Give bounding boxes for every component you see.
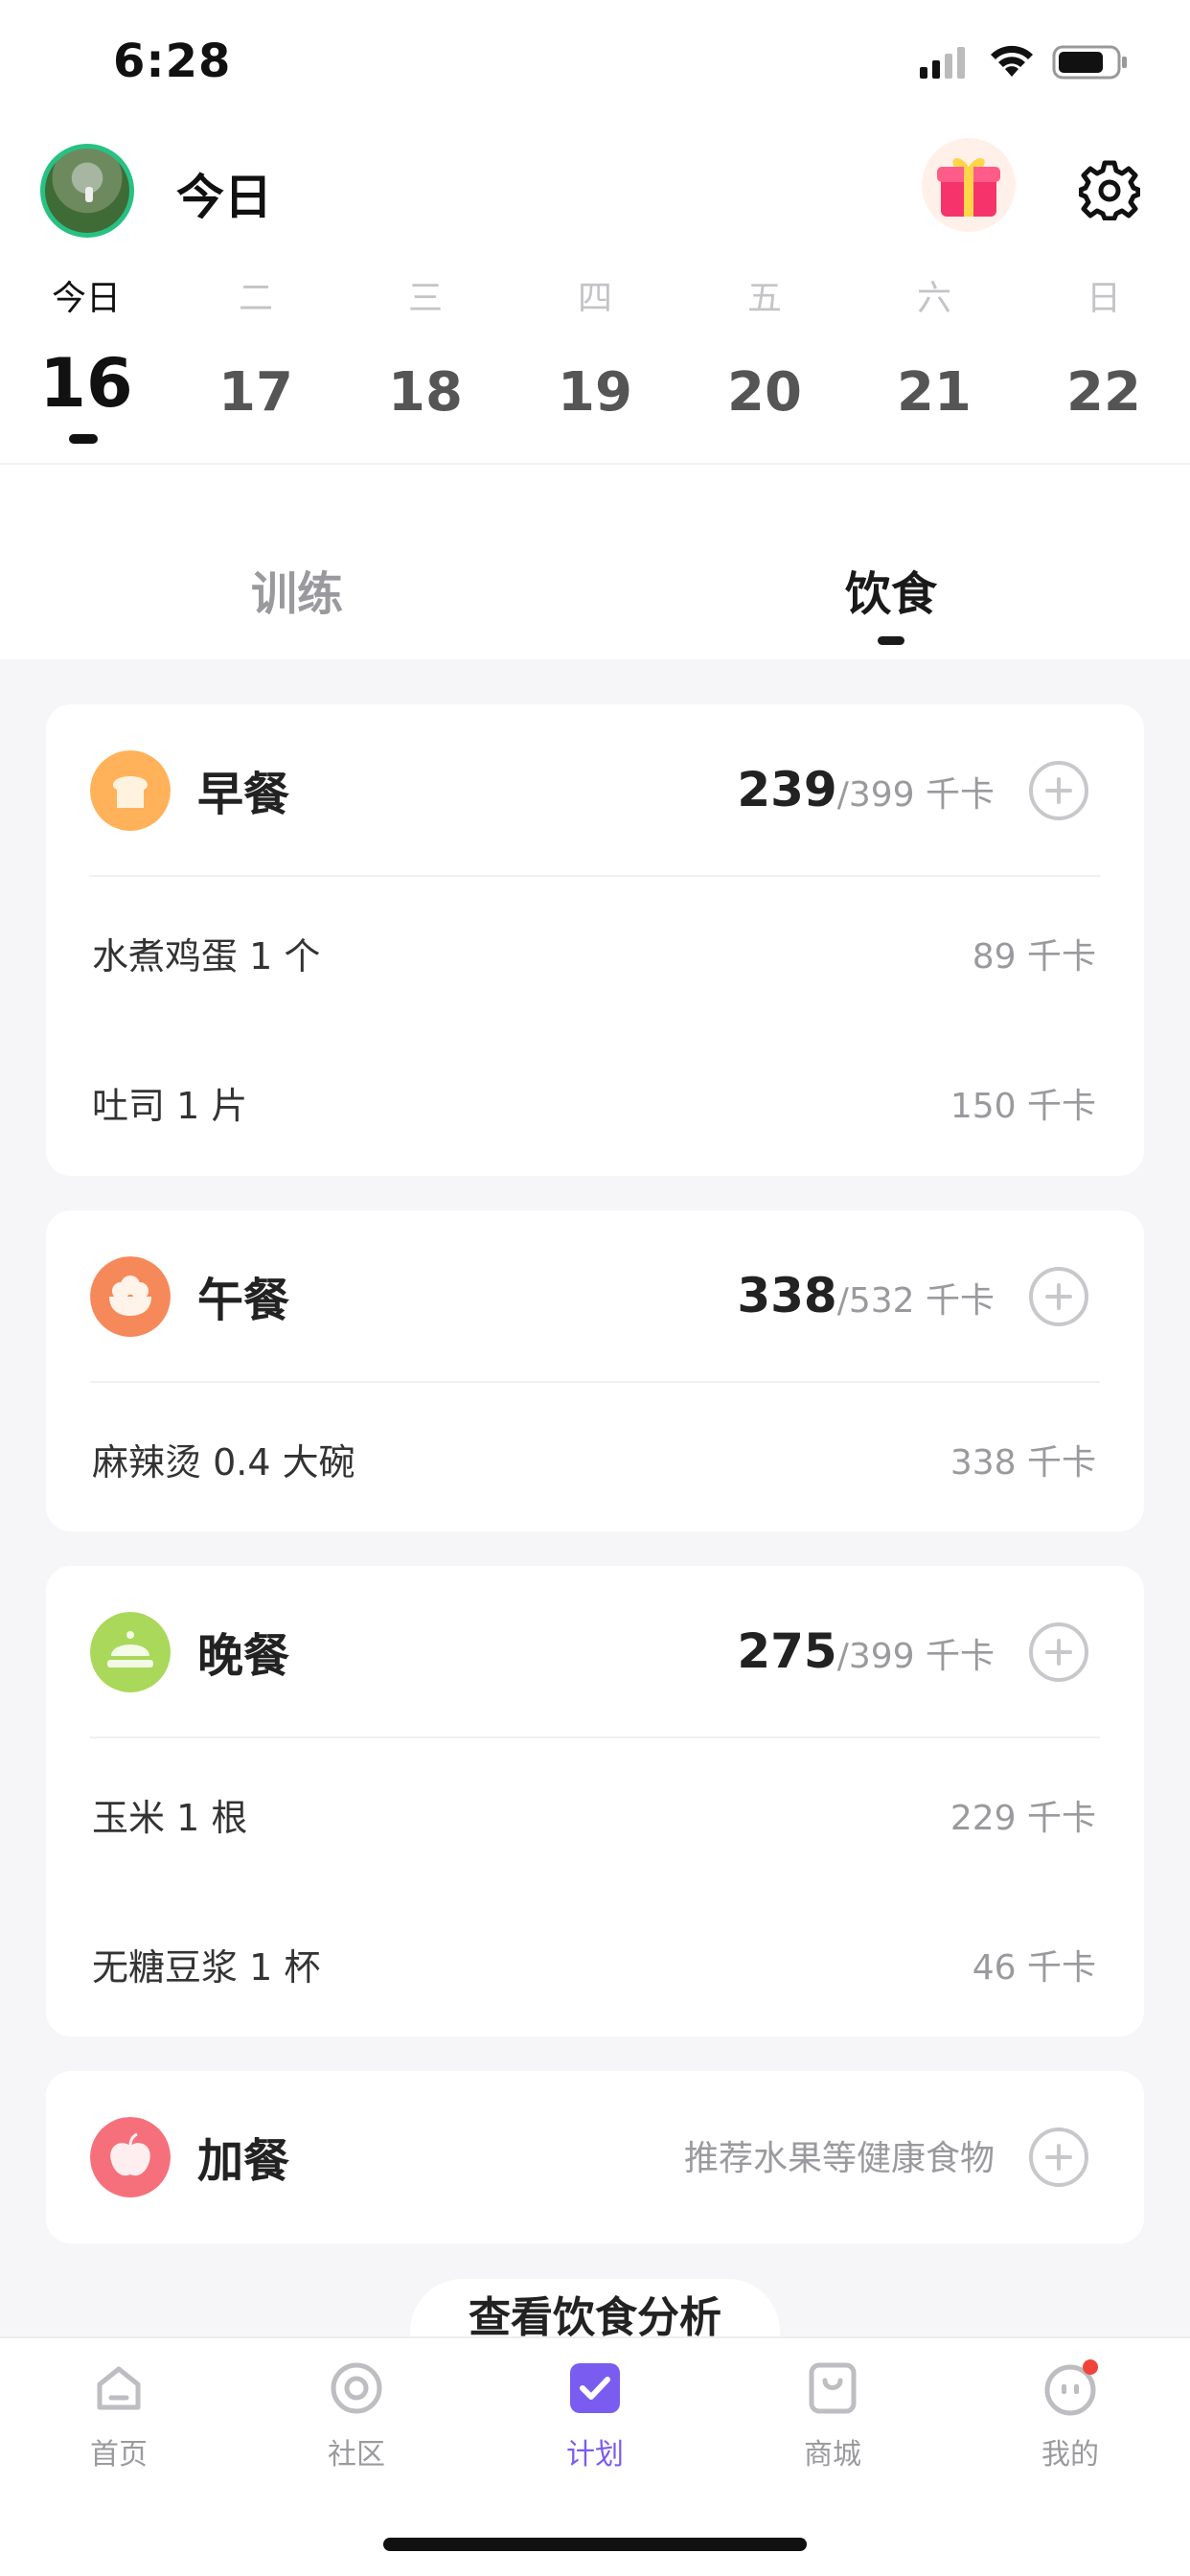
selected-day-indicator xyxy=(69,434,98,444)
nav-me[interactable]: 我的 xyxy=(994,2359,1147,2472)
meal-card-snack: 加餐 推荐水果等健康食物 xyxy=(46,2071,1144,2243)
weekday-label: 二 xyxy=(238,279,273,318)
battery-icon xyxy=(1052,45,1127,80)
profile-face-icon xyxy=(1044,2359,1098,2416)
tab-train[interactable]: 训练 xyxy=(251,556,343,623)
nav-label: 首页 xyxy=(90,2438,148,2472)
day-22[interactable]: 日 22 xyxy=(1037,274,1171,424)
weekday-label: 今日 xyxy=(51,279,121,318)
date-label: 20 xyxy=(727,361,802,424)
food-item-name[interactable]: 无糖豆浆 1 杯 xyxy=(92,1938,320,1990)
page-title: 今日 xyxy=(176,170,272,225)
divider xyxy=(90,875,1100,877)
day-20[interactable]: 五 20 xyxy=(698,274,832,424)
weekday-label: 三 xyxy=(407,279,443,318)
divider xyxy=(90,1381,1100,1383)
nav-label: 商城 xyxy=(804,2438,861,2472)
calories-target: /532 千卡 xyxy=(836,1281,995,1321)
status-bar: 6:28 xyxy=(0,0,1190,129)
settings-gear-icon[interactable] xyxy=(1079,159,1140,220)
meal-calories: 338/532 千卡 xyxy=(737,1268,995,1323)
meal-name: 晚餐 xyxy=(197,1629,290,1683)
tab-indicator xyxy=(878,636,904,645)
dinner-cloche-icon xyxy=(90,1612,171,1692)
food-item-name[interactable]: 吐司 1 片 xyxy=(92,1076,247,1129)
toast-icon xyxy=(90,750,171,831)
date-label: 17 xyxy=(218,361,293,424)
add-dinner-button[interactable] xyxy=(1029,1622,1088,1682)
date-label: 22 xyxy=(1066,361,1141,424)
meal-card-dinner: 晚餐 275/399 千卡 玉米 1 根 229 千卡 无糖豆浆 1 杯 46 … xyxy=(46,1566,1144,2036)
home-indicator xyxy=(383,2538,807,2551)
status-time: 6:28 xyxy=(113,34,232,88)
food-item-calories: 46 千卡 xyxy=(972,1948,1096,1988)
week-strip: 今日 16 二 17 三 18 四 19 五 20 六 21 日 22 xyxy=(0,274,1190,456)
food-item-calories: 89 千卡 xyxy=(972,937,1096,977)
add-lunch-button[interactable] xyxy=(1029,1267,1088,1326)
date-label: 16 xyxy=(39,344,133,423)
weekday-label: 日 xyxy=(1086,279,1121,318)
meal-name: 加餐 xyxy=(197,2134,290,2188)
day-19[interactable]: 四 19 xyxy=(528,274,662,424)
apple-icon xyxy=(90,2117,171,2197)
weekday-label: 六 xyxy=(916,279,951,318)
wifi-icon xyxy=(991,45,1033,77)
nav-plan[interactable]: 计划 xyxy=(518,2359,672,2472)
cellular-signal-icon xyxy=(920,47,965,79)
gift-button[interactable] xyxy=(922,138,1016,232)
community-target-icon xyxy=(331,2362,382,2414)
nav-label: 社区 xyxy=(328,2438,385,2472)
divider xyxy=(90,1736,1100,1738)
add-breakfast-button[interactable] xyxy=(1029,761,1088,820)
nav-shop[interactable]: 商城 xyxy=(756,2359,909,2472)
gift-icon xyxy=(937,157,1000,217)
weekday-label: 四 xyxy=(577,279,612,318)
day-17[interactable]: 二 17 xyxy=(189,274,323,424)
date-label: 21 xyxy=(897,361,972,424)
meal-card-breakfast: 早餐 239/399 千卡 水煮鸡蛋 1 个 89 千卡 吐司 1 片 150 … xyxy=(46,704,1144,1176)
day-18[interactable]: 三 18 xyxy=(358,274,492,424)
divider xyxy=(0,463,1190,465)
day-21[interactable]: 六 21 xyxy=(867,274,1001,424)
food-item-name[interactable]: 水煮鸡蛋 1 个 xyxy=(92,927,320,979)
add-snack-button[interactable] xyxy=(1029,2128,1088,2187)
meal-card-lunch: 午餐 338/532 千卡 麻辣烫 0.4 大碗 338 千卡 xyxy=(46,1210,1144,1531)
calories-eaten: 338 xyxy=(737,1268,837,1323)
meal-calories: 275/399 千卡 xyxy=(737,1623,995,1679)
rice-bowl-icon xyxy=(90,1256,171,1337)
nav-label: 我的 xyxy=(1041,2438,1099,2472)
meal-calories: 239/399 千卡 xyxy=(737,762,995,817)
date-label: 19 xyxy=(558,361,632,424)
plan-check-icon xyxy=(570,2363,620,2413)
food-item-name[interactable]: 麻辣烫 0.4 大碗 xyxy=(92,1433,355,1485)
food-item-calories: 338 千卡 xyxy=(950,1443,1096,1483)
nav-label: 计划 xyxy=(566,2438,624,2472)
food-item-name[interactable]: 玉米 1 根 xyxy=(92,1788,247,1841)
nav-community[interactable]: 社区 xyxy=(280,2359,433,2472)
meal-name: 午餐 xyxy=(197,1274,290,1327)
shopping-bag-icon xyxy=(809,2362,857,2414)
calories-target: /399 千卡 xyxy=(836,775,995,815)
food-item-calories: 229 千卡 xyxy=(950,1799,1096,1838)
day-16[interactable]: 今日 16 xyxy=(19,274,153,423)
calories-eaten: 239 xyxy=(737,762,837,817)
nav-home[interactable]: 首页 xyxy=(42,2359,195,2472)
snack-hint: 推荐水果等健康食物 xyxy=(683,2139,995,2178)
date-label: 18 xyxy=(388,361,463,424)
weekday-label: 五 xyxy=(746,279,782,318)
food-item-calories: 150 千卡 xyxy=(950,1087,1096,1126)
calories-eaten: 275 xyxy=(737,1623,837,1679)
calories-target: /399 千卡 xyxy=(836,1637,995,1676)
avatar[interactable] xyxy=(40,144,134,238)
meal-name: 早餐 xyxy=(197,768,290,821)
tab-diet[interactable]: 饮食 xyxy=(845,556,937,623)
home-icon xyxy=(97,2366,141,2410)
